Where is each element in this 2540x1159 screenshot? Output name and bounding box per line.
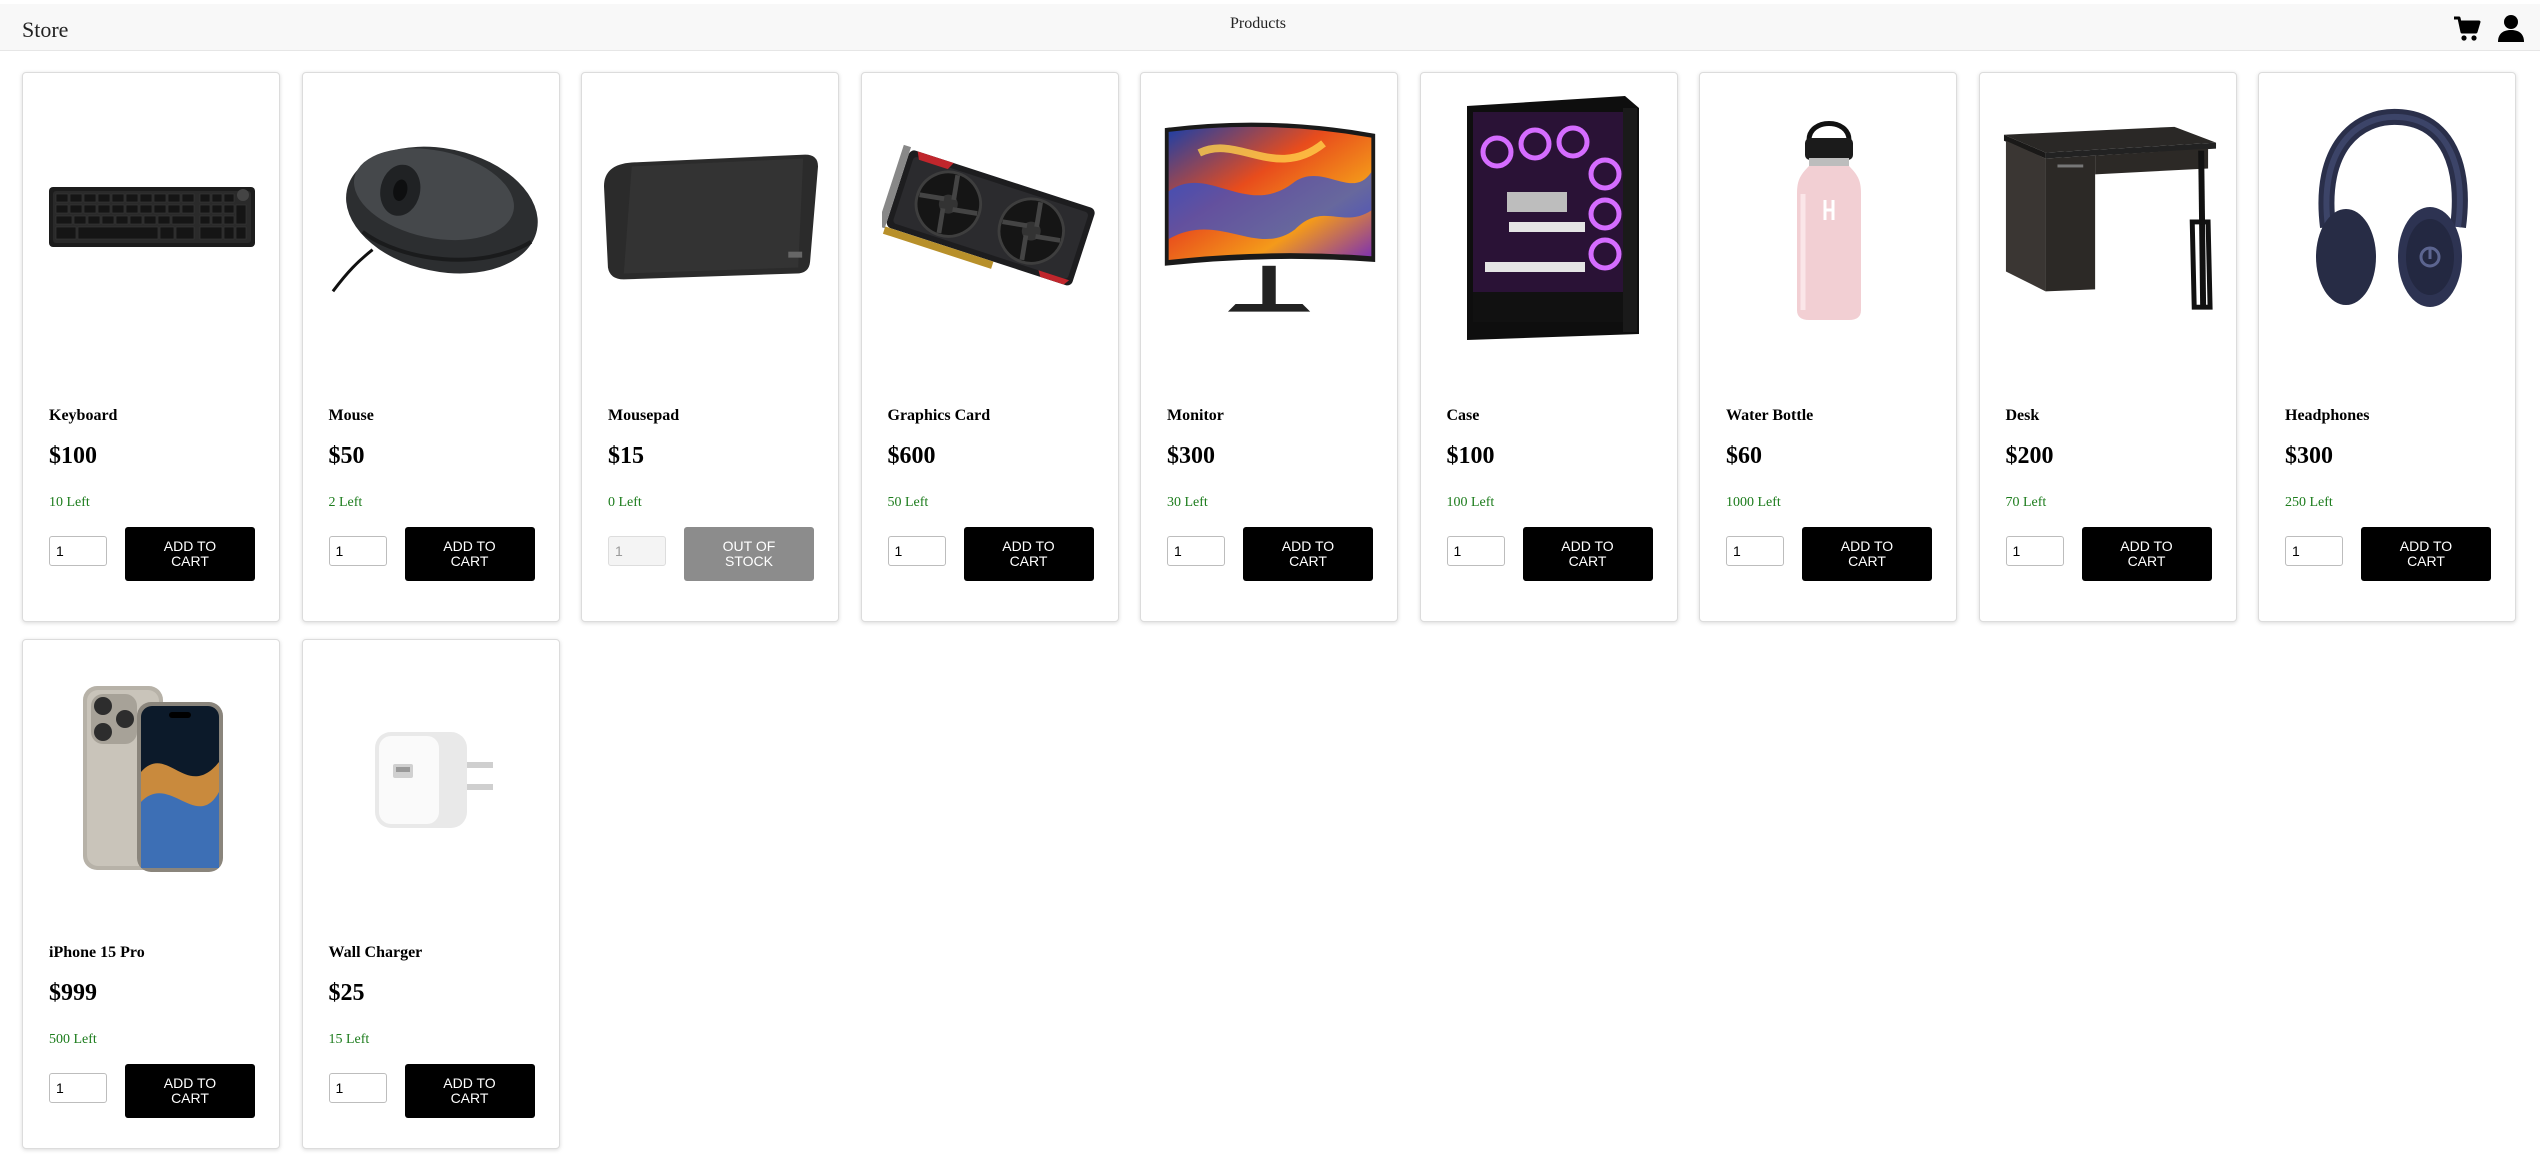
product-name: Graphics Card bbox=[887, 407, 991, 424]
cart-icon[interactable] bbox=[2452, 13, 2482, 43]
product-price: $25 bbox=[328, 980, 365, 1006]
product-name: Mousepad bbox=[608, 407, 680, 424]
quantity-input[interactable] bbox=[49, 1073, 107, 1103]
product-card: Case $100 100 Left ADD TO CART bbox=[1419, 72, 1678, 622]
user-icon[interactable] bbox=[2496, 13, 2526, 43]
add-to-cart-button[interactable]: ADD TO CART bbox=[2361, 527, 2491, 581]
desk-image bbox=[2000, 87, 2218, 347]
product-card: Wall Charger $25 15 Left ADD TO CART bbox=[301, 639, 560, 1149]
product-stock: 1000 Left bbox=[1726, 495, 1781, 510]
mousepad-image bbox=[602, 87, 820, 347]
product-name: Headphones bbox=[2285, 407, 2370, 424]
keyboard-image bbox=[43, 87, 261, 347]
product-stock: 70 Left bbox=[2005, 495, 2047, 510]
product-grid: Keyboard $100 10 Left ADD TO CART Mouse … bbox=[22, 72, 2522, 1149]
product-stock: 2 Left bbox=[328, 495, 363, 510]
product-name: Case bbox=[1446, 407, 1480, 424]
store-brand[interactable]: Store bbox=[22, 17, 68, 43]
product-card: Keyboard $100 10 Left ADD TO CART bbox=[22, 72, 280, 622]
add-to-cart-button[interactable]: ADD TO CART bbox=[1802, 527, 1932, 581]
iphone-image bbox=[43, 654, 261, 904]
product-name: Desk bbox=[2005, 407, 2040, 424]
product-price: $600 bbox=[887, 443, 936, 469]
product-card: Desk $200 70 Left ADD TO CART bbox=[1978, 72, 2237, 622]
add-to-cart-button[interactable]: ADD TO CART bbox=[404, 1064, 535, 1118]
product-price: $300 bbox=[2285, 443, 2333, 469]
product-name: Wall Charger bbox=[328, 944, 423, 961]
quantity-input[interactable] bbox=[887, 536, 946, 566]
quantity-input[interactable] bbox=[2005, 536, 2064, 566]
product-name: Mouse bbox=[328, 407, 374, 424]
quantity-input[interactable] bbox=[2285, 536, 2343, 566]
product-stock: 50 Left bbox=[887, 495, 929, 510]
product-card: Monitor $300 30 Left ADD TO CART bbox=[1140, 72, 1398, 622]
out-of-stock-button[interactable]: OUT OF STOCK bbox=[684, 527, 814, 581]
product-name: Keyboard bbox=[49, 407, 118, 424]
product-card: Mousepad $15 0 Left OUT OF STOCK bbox=[581, 72, 839, 622]
product-price: $200 bbox=[2005, 443, 2054, 469]
product-name: Water Bottle bbox=[1726, 407, 1814, 424]
add-to-cart-button[interactable]: ADD TO CART bbox=[1243, 527, 1373, 581]
product-price: $60 bbox=[1726, 443, 1762, 469]
product-card: Water Bottle $60 1000 Left ADD TO CART bbox=[1699, 72, 1957, 622]
add-to-cart-button[interactable]: ADD TO CART bbox=[125, 1064, 255, 1118]
product-price: $300 bbox=[1167, 443, 1215, 469]
product-stock: 100 Left bbox=[1446, 495, 1495, 510]
product-name: iPhone 15 Pro bbox=[49, 944, 145, 961]
monitor-image bbox=[1161, 87, 1379, 347]
mouse-image bbox=[323, 87, 541, 347]
add-to-cart-button[interactable]: ADD TO CART bbox=[2081, 527, 2212, 581]
add-to-cart-button[interactable]: ADD TO CART bbox=[404, 527, 535, 581]
nav-products-link[interactable]: Products bbox=[1230, 15, 1286, 33]
add-to-cart-button[interactable]: ADD TO CART bbox=[963, 527, 1094, 581]
product-stock: 15 Left bbox=[328, 1032, 370, 1047]
graphics-card-image bbox=[881, 87, 1100, 347]
product-card: Graphics Card $600 50 Left ADD TO CART bbox=[860, 72, 1119, 622]
product-price: $100 bbox=[1446, 443, 1495, 469]
quantity-input[interactable] bbox=[49, 536, 107, 566]
product-card: Mouse $50 2 Left ADD TO CART bbox=[301, 72, 560, 622]
headphones-image bbox=[2279, 87, 2497, 347]
product-stock: 500 Left bbox=[49, 1032, 97, 1047]
header-actions bbox=[2452, 13, 2526, 43]
quantity-input[interactable] bbox=[1446, 536, 1505, 566]
add-to-cart-button[interactable]: ADD TO CART bbox=[125, 527, 255, 581]
product-card: Headphones $300 250 Left ADD TO CART bbox=[2258, 72, 2516, 622]
product-card: iPhone 15 Pro $999 500 Left ADD TO CART bbox=[22, 639, 280, 1149]
add-to-cart-button[interactable]: ADD TO CART bbox=[1522, 527, 1653, 581]
quantity-input[interactable] bbox=[328, 536, 387, 566]
quantity-input[interactable] bbox=[1167, 536, 1225, 566]
quantity-input[interactable] bbox=[1726, 536, 1784, 566]
water-bottle-image bbox=[1720, 87, 1938, 347]
product-stock: 10 Left bbox=[49, 495, 90, 510]
product-stock: 30 Left bbox=[1167, 495, 1208, 510]
product-price: $50 bbox=[328, 443, 365, 469]
product-price: $100 bbox=[49, 443, 97, 469]
product-price: $15 bbox=[608, 443, 644, 469]
pc-case-image bbox=[1441, 87, 1659, 347]
quantity-input[interactable] bbox=[328, 1073, 387, 1103]
top-navbar: Store Products bbox=[0, 4, 2540, 51]
product-price: $999 bbox=[49, 980, 97, 1006]
product-name: Monitor bbox=[1167, 407, 1224, 424]
wall-charger-image bbox=[323, 654, 541, 904]
product-stock: 0 Left bbox=[608, 495, 642, 510]
product-stock: 250 Left bbox=[2285, 495, 2333, 510]
quantity-input[interactable] bbox=[608, 536, 666, 566]
